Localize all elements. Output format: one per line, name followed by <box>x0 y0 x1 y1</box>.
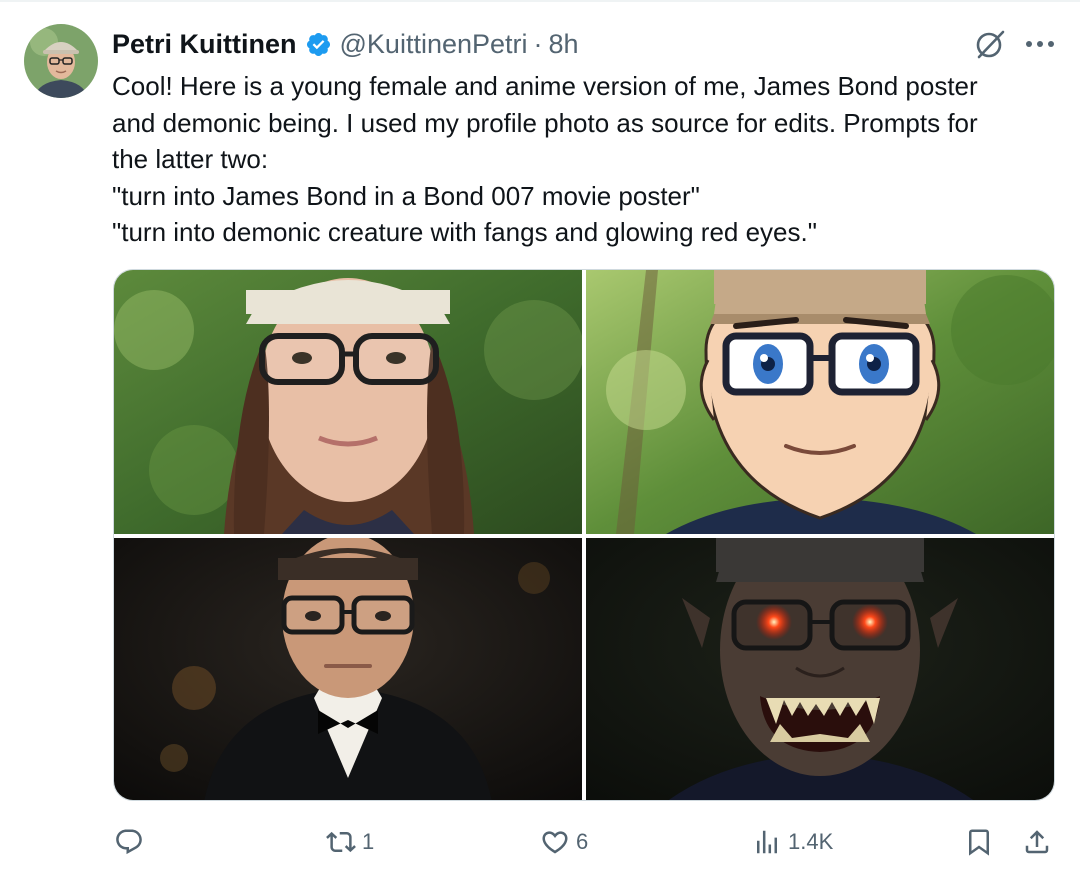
views-count: 1.4K <box>788 829 834 854</box>
media-image-female-version[interactable] <box>114 270 582 534</box>
media-grid <box>113 269 1055 801</box>
share-button[interactable] <box>1022 822 1052 862</box>
like-icon <box>542 831 568 854</box>
tweet-header: Petri Kuittinen @KuittinenPetri · 8h <box>112 26 579 62</box>
media-image-demon-version[interactable] <box>586 538 1054 800</box>
repost-count: 1 <box>362 829 375 854</box>
timestamp[interactable]: 8h <box>549 29 579 60</box>
separator-dot: · <box>533 28 543 59</box>
bookmark-icon <box>969 829 989 856</box>
repost-button[interactable]: 1 <box>326 822 374 862</box>
verified-badge-icon[interactable] <box>305 31 332 58</box>
tweet-text-line: and demonic being. I used my profile pho… <box>112 107 978 138</box>
share-icon <box>1025 830 1049 854</box>
views-button[interactable]: 1.4K <box>752 822 833 862</box>
tweet-text-line: Cool! Here is a young female and anime v… <box>112 71 978 101</box>
tweet-text: Cool! Here is a young female and anime v… <box>112 68 1062 251</box>
views-icon <box>757 830 777 854</box>
tweet-actions: 1 6 1.4K <box>112 822 1062 862</box>
tweet-text-line: "turn into demonic creature with fangs a… <box>112 217 817 247</box>
like-button[interactable]: 6 <box>540 822 588 862</box>
author-handle[interactable]: @KuittinenPetri <box>340 29 528 60</box>
more-icon[interactable] <box>1020 26 1060 62</box>
repost-icon <box>326 831 356 853</box>
media-image-bond-version[interactable] <box>114 538 582 800</box>
tweet-text-line: the latter two: <box>112 144 269 174</box>
avatar[interactable] <box>24 24 98 98</box>
reply-icon <box>116 829 142 855</box>
author-name[interactable]: Petri Kuittinen <box>112 29 297 60</box>
top-divider <box>0 0 1080 2</box>
media-image-anime-version[interactable] <box>586 270 1054 534</box>
like-count: 6 <box>576 829 589 854</box>
grok-icon[interactable] <box>972 26 1008 62</box>
reply-button[interactable] <box>114 822 150 862</box>
tweet-text-line: "turn into James Bond in a Bond 007 movi… <box>112 180 700 211</box>
bookmark-button[interactable] <box>964 822 994 862</box>
